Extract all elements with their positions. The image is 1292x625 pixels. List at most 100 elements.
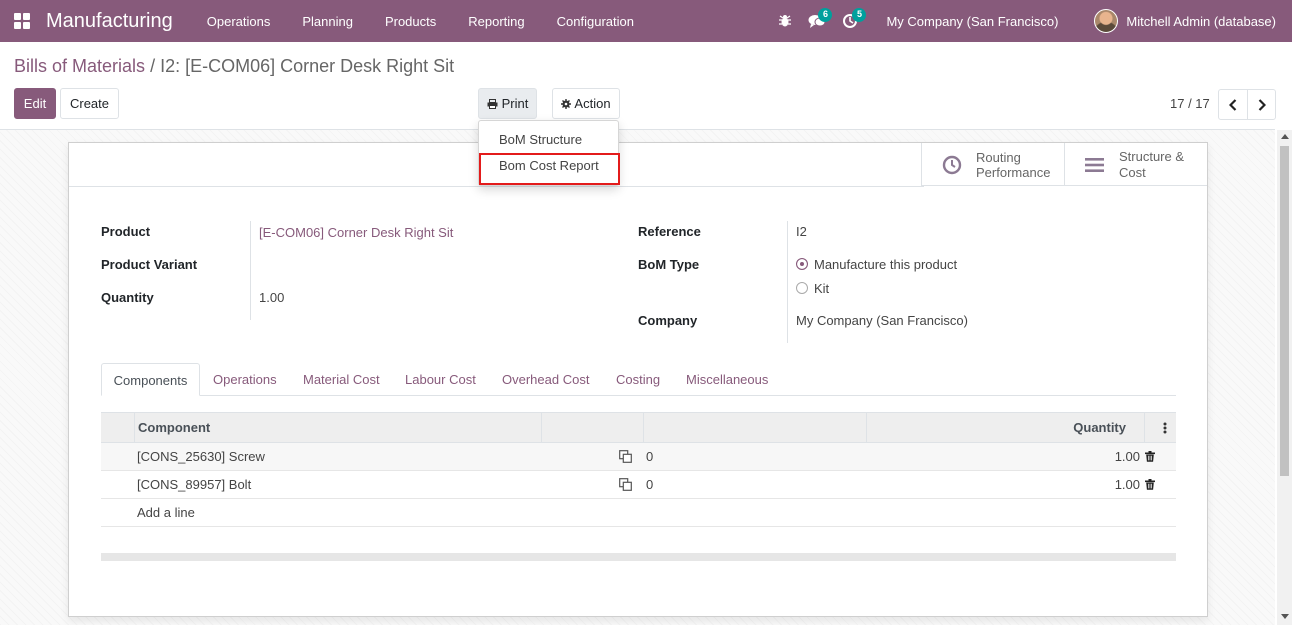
bom-type-kit-radio[interactable] — [796, 282, 808, 294]
table-row[interactable]: [CONS_25630] Screw 0 1.00 — [101, 443, 1176, 471]
tab-costing[interactable]: Costing — [616, 363, 660, 396]
menu-item-bom-structure[interactable]: BoM Structure — [499, 132, 582, 147]
avatar — [1094, 9, 1119, 33]
menu-planning[interactable]: Planning — [286, 14, 369, 29]
breadcrumb-separator: / — [150, 56, 156, 76]
product-label: Product — [101, 224, 151, 239]
add-line-row: Add a line — [101, 499, 1176, 527]
print-icon — [487, 98, 498, 109]
structure-cost-button[interactable]: Structure & Cost — [1064, 143, 1207, 186]
breadcrumb-bills-of-materials[interactable]: Bills of Materials — [14, 56, 145, 76]
company-switcher[interactable]: My Company (San Francisco) — [886, 14, 1058, 29]
field-separator — [787, 221, 788, 343]
quantity-cell[interactable]: 1.00 — [1115, 443, 1140, 470]
messages-badge: 6 — [818, 8, 833, 22]
reference-label: Reference — [638, 224, 701, 239]
column-separator — [643, 413, 644, 442]
scrollbar-thumb[interactable] — [1280, 146, 1289, 476]
user-menu[interactable]: Mitchell Admin (database) — [1094, 9, 1276, 33]
main-menu: Operations Planning Products Reporting C… — [191, 14, 650, 29]
chevron-left-icon — [1229, 98, 1237, 111]
structure-label-2: Cost — [1119, 164, 1146, 180]
component-cell[interactable]: [CONS_89957] Bolt — [137, 471, 251, 498]
messages-icon[interactable]: 6 — [808, 0, 833, 42]
count-cell: 0 — [646, 477, 654, 492]
quantity-cell[interactable]: 1.00 — [1115, 471, 1140, 498]
tab-miscellaneous[interactable]: Miscellaneous — [686, 363, 768, 396]
bars-icon — [1079, 157, 1111, 173]
bom-type-label: BoM Type — [638, 257, 700, 272]
tab-operations[interactable]: Operations — [213, 363, 277, 396]
tab-material-cost[interactable]: Material Cost — [303, 363, 380, 396]
table-header: Component Quantity — [101, 412, 1176, 443]
components-table: Component Quantity [CONS_25630] Screw 0 … — [101, 412, 1176, 527]
component-cell[interactable]: [CONS_25630] Screw — [137, 443, 265, 470]
vertical-scrollbar[interactable] — [1277, 130, 1292, 625]
bom-type-kit-label[interactable]: Kit — [814, 281, 829, 296]
quantity-field[interactable]: 1.00 — [259, 290, 284, 305]
action-label: Action — [574, 96, 611, 111]
delete-row-icon[interactable] — [1145, 443, 1155, 470]
create-button[interactable]: Create — [60, 88, 119, 119]
column-separator — [866, 413, 867, 442]
column-header-component[interactable]: Component — [138, 413, 210, 442]
pager-previous-button[interactable] — [1218, 89, 1248, 120]
menu-configuration[interactable]: Configuration — [541, 14, 650, 29]
structure-label-1: Structure & — [1119, 148, 1185, 164]
column-separator — [1144, 413, 1145, 442]
activities-icon[interactable]: 5 — [842, 0, 867, 42]
print-button[interactable]: Print — [478, 88, 537, 119]
scroll-down-arrow-icon[interactable] — [1281, 614, 1289, 619]
menu-item-bom-cost-report[interactable]: Bom Cost Report — [499, 158, 599, 173]
tab-components[interactable]: Components — [101, 363, 200, 396]
delete-row-icon[interactable] — [1145, 471, 1155, 498]
tab-overhead-cost[interactable]: Overhead Cost — [502, 363, 589, 396]
activities-badge: 5 — [852, 8, 867, 22]
column-header-quantity[interactable]: Quantity — [1073, 413, 1126, 442]
column-separator — [541, 413, 542, 442]
copy-icon[interactable] — [619, 443, 632, 470]
copy-icon[interactable] — [619, 471, 632, 498]
print-dropdown-menu: BoM Structure Bom Cost Report — [478, 120, 620, 186]
gear-icon — [561, 98, 572, 109]
table-row[interactable]: [CONS_89957] Bolt 0 1.00 — [101, 471, 1176, 499]
menu-products[interactable]: Products — [369, 14, 452, 29]
user-name: Mitchell Admin (database) — [1126, 13, 1276, 29]
app-title[interactable]: Manufacturing — [46, 10, 173, 33]
product-variant-field[interactable] — [259, 257, 559, 273]
scroll-up-arrow-icon[interactable] — [1281, 134, 1289, 139]
edit-button[interactable]: Edit — [14, 88, 56, 119]
reference-field[interactable]: I2 — [796, 224, 807, 239]
routing-label-1: Routing — [976, 149, 1021, 165]
company-field[interactable]: My Company (San Francisco) — [796, 313, 968, 328]
bom-type-manufacture-radio[interactable] — [796, 258, 808, 270]
pager-value[interactable]: 17 / 17 — [1170, 96, 1210, 111]
routing-label-2: Performance — [976, 164, 1051, 180]
add-a-line-link[interactable]: Add a line — [137, 499, 195, 526]
chevron-right-icon — [1258, 98, 1266, 111]
tab-labour-cost[interactable]: Labour Cost — [405, 363, 476, 396]
menu-operations[interactable]: Operations — [191, 14, 287, 29]
top-navbar: Manufacturing Operations Planning Produc… — [0, 0, 1292, 42]
field-separator — [250, 221, 251, 320]
product-field[interactable]: [E-COM06] Corner Desk Right Sit — [259, 225, 453, 240]
divider — [69, 186, 924, 187]
bom-type-manufacture-label[interactable]: Manufacture this product — [814, 257, 957, 272]
apps-menu-icon[interactable] — [14, 13, 30, 29]
column-separator — [134, 413, 135, 442]
routing-performance-button[interactable]: Routing Performance — [921, 143, 1064, 186]
breadcrumb: Bills of Materials / I2: [E-COM06] Corne… — [14, 56, 454, 77]
count-cell: 0 — [646, 449, 654, 464]
smart-button-box: Routing Performance Structure & Cost — [921, 143, 1207, 186]
bug-icon[interactable] — [778, 0, 792, 42]
pager-next-button[interactable] — [1247, 89, 1276, 120]
breadcrumb-current: I2: [E-COM06] Corner Desk Right Sit — [160, 56, 455, 76]
product-variant-label: Product Variant — [101, 257, 198, 272]
action-button[interactable]: Action — [552, 88, 620, 119]
quantity-label: Quantity — [101, 290, 154, 305]
print-label: Print — [501, 96, 529, 111]
horizontal-scrollbar[interactable] — [101, 553, 1176, 561]
optional-columns-icon[interactable] — [1163, 413, 1173, 442]
systray: 6 5 My Company (San Francisco) Mitchell … — [770, 0, 1292, 42]
menu-reporting[interactable]: Reporting — [452, 14, 540, 29]
